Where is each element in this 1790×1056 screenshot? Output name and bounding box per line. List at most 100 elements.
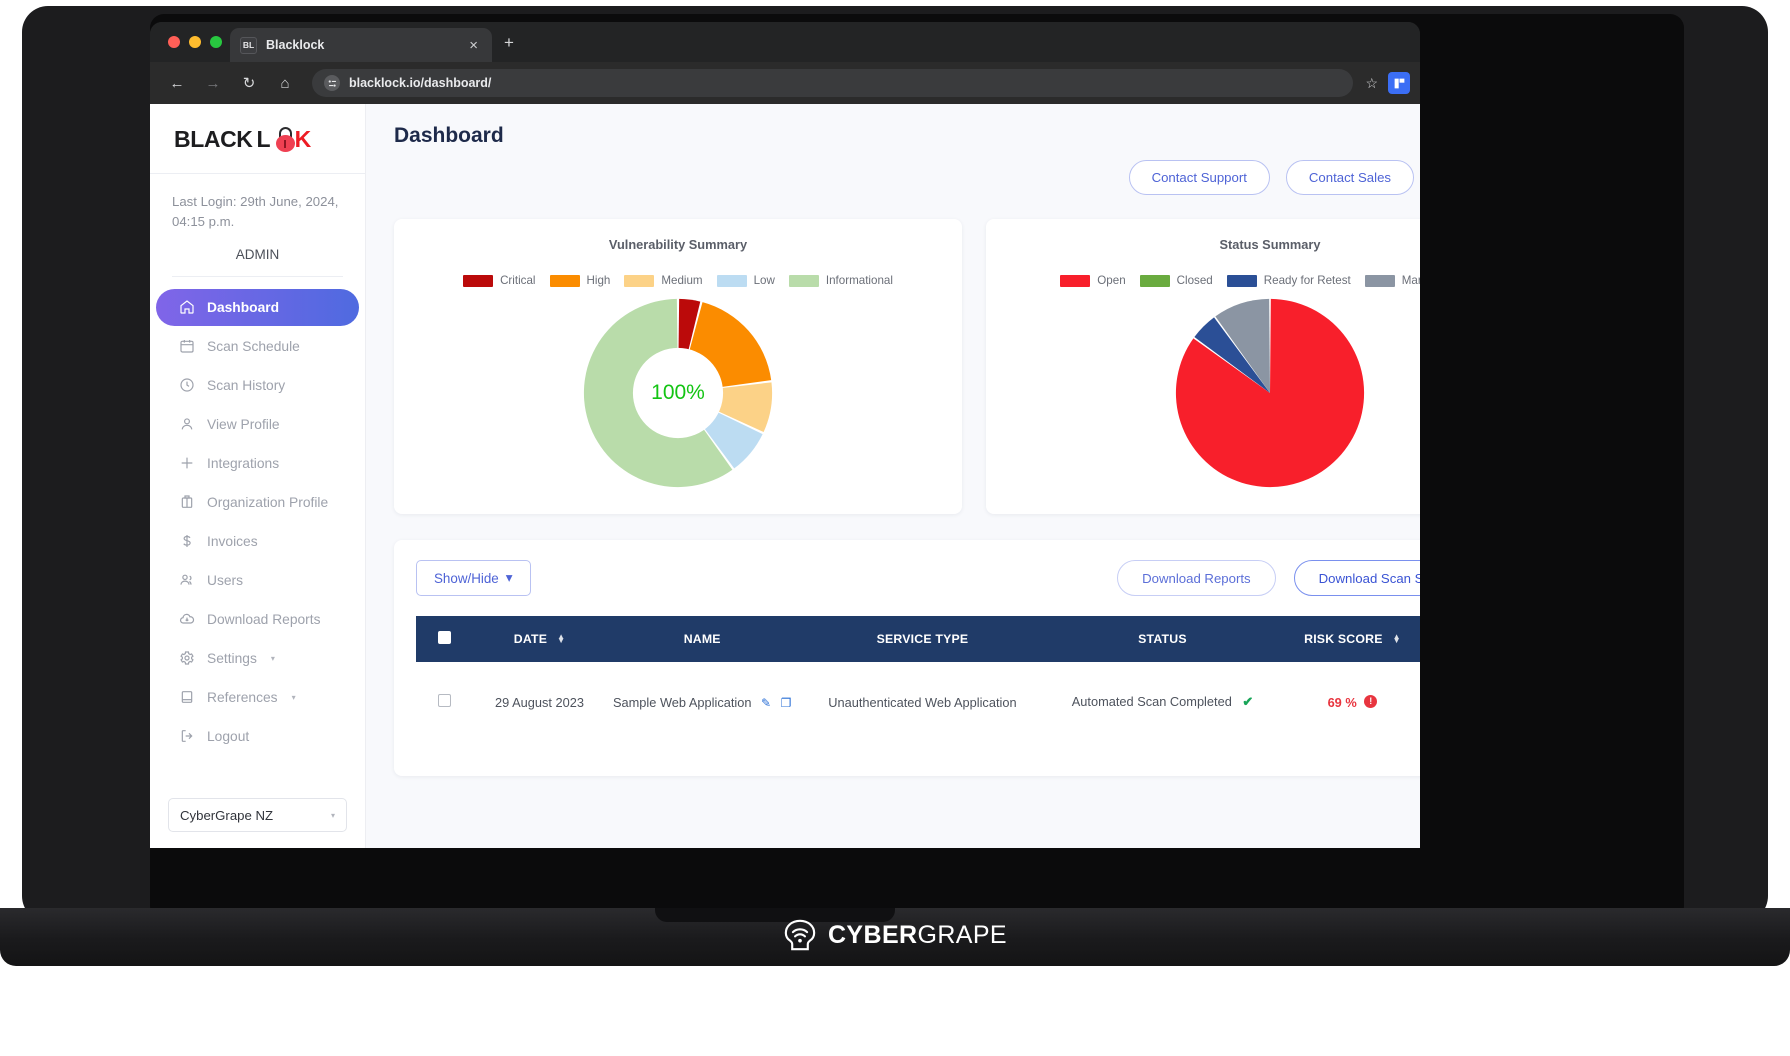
table-header-row: DATE ▲▼ NAME SERVICE TYPE (416, 616, 1420, 662)
gear-icon (178, 650, 195, 667)
status-summary-card: Status Summary Open Closed (986, 219, 1420, 514)
minimize-window-icon[interactable] (189, 36, 201, 48)
select-all-checkbox[interactable] (438, 631, 451, 644)
column-status[interactable]: STATUS (1047, 616, 1277, 662)
maximize-window-icon[interactable] (210, 36, 222, 48)
column-select-all[interactable] (416, 616, 472, 662)
sidebar-item-organization-profile[interactable]: Organization Profile (156, 484, 359, 521)
column-service-type[interactable]: SERVICE TYPE (797, 616, 1047, 662)
column-header-label: DATE (514, 632, 547, 646)
sidebar-item-settings[interactable]: Settings ▾ (156, 640, 359, 677)
table-body: 29 August 2023 Sample Web Application ✎ … (416, 662, 1420, 742)
scans-panel: Show/Hide ▾ Download Reports Download Sc… (394, 540, 1420, 776)
sidebar-item-references[interactable]: References ▾ (156, 679, 359, 716)
scans-table: DATE ▲▼ NAME SERVICE TYPE (416, 616, 1420, 742)
column-header-label: RISK SCORE (1304, 632, 1383, 646)
edit-icon[interactable]: ✎ (761, 696, 771, 710)
new-tab-icon[interactable]: + (504, 34, 514, 51)
contact-sales-button[interactable]: Contact Sales (1286, 160, 1414, 195)
cybergrape-brand: CYBERGRAPE (0, 918, 1790, 952)
last-login-text: Last Login: 29th June, 2024, 04:15 p.m. (150, 174, 365, 233)
legend-item: Closed (1140, 274, 1213, 287)
sidebar-item-label: Scan Schedule (207, 339, 300, 354)
browser-tab[interactable]: BL Blacklock × (230, 28, 492, 62)
sidebar-item-users[interactable]: Users (156, 562, 359, 599)
omnibar-actions: ☆ (1365, 72, 1410, 94)
legend-swatch (717, 275, 747, 287)
home-icon (178, 299, 195, 316)
table-row[interactable]: 29 August 2023 Sample Web Application ✎ … (416, 662, 1420, 742)
clock-icon (178, 377, 195, 394)
show-hide-button[interactable]: Show/Hide ▾ (416, 560, 531, 596)
column-name[interactable]: NAME (607, 616, 797, 662)
forward-icon[interactable]: → (198, 68, 228, 98)
page-title: Dashboard (394, 124, 1420, 148)
close-window-icon[interactable] (168, 36, 180, 48)
legend-swatch (1140, 275, 1170, 287)
sort-icon[interactable]: ▲▼ (557, 635, 565, 644)
show-hide-label: Show/Hide (434, 571, 499, 586)
close-tab-icon[interactable]: × (465, 38, 482, 53)
reload-icon[interactable]: ↻ (234, 68, 264, 98)
legend-swatch (789, 275, 819, 287)
status-text: Automated Scan Completed (1072, 694, 1232, 709)
column-header-label: STATUS (1138, 632, 1187, 646)
sidebar-item-dashboard[interactable]: Dashboard (156, 289, 359, 326)
status-pie-chart[interactable] (1172, 295, 1368, 491)
vulnerability-summary-card: Vulnerability Summary Critical High (394, 219, 962, 514)
logo-text-k: K (295, 126, 312, 153)
sidebar-item-scan-history[interactable]: Scan History (156, 367, 359, 404)
cybergrape-wordmark: CYBERGRAPE (828, 921, 1007, 950)
plus-icon (178, 455, 195, 472)
sidebar-item-label: Settings (207, 651, 257, 666)
row-checkbox[interactable] (438, 694, 451, 707)
legend-item: Low (717, 274, 775, 287)
brand-logo[interactable]: BLACK L K (150, 104, 365, 174)
address-bar[interactable]: blacklock.io/dashboard/ (312, 69, 1353, 97)
organization-select[interactable]: CyberGrape NZ ▾ (168, 798, 347, 832)
legend-label: Ready for Retest (1264, 274, 1351, 287)
sidebar-item-download-reports[interactable]: Download Reports (156, 601, 359, 638)
cell-select[interactable] (416, 662, 472, 742)
bookmark-star-icon[interactable]: ☆ (1365, 75, 1378, 92)
contact-support-button[interactable]: Contact Support (1129, 160, 1270, 195)
sidebar-item-label: Integrations (207, 456, 279, 471)
site-settings-icon[interactable] (324, 75, 340, 91)
padlock-icon (275, 127, 296, 152)
sidebar-item-scan-schedule[interactable]: Scan Schedule (156, 328, 359, 365)
sidebar-item-label: Download Reports (207, 612, 321, 627)
browser-omnibar: ← → ↻ ⌂ blacklock.io/dashboard/ ☆ (150, 62, 1420, 104)
brand-text-strong: CYBER (828, 921, 918, 949)
column-risk-score[interactable]: RISK SCORE ▲▼ (1277, 616, 1420, 662)
copy-icon[interactable]: ❐ (781, 696, 792, 710)
sidebar-item-integrations[interactable]: Integrations (156, 445, 359, 482)
calendar-icon (178, 338, 195, 355)
download-reports-button[interactable]: Download Reports (1117, 560, 1276, 596)
sort-icon[interactable]: ▲▼ (1393, 635, 1401, 644)
back-icon[interactable]: ← (162, 68, 192, 98)
chart-legend: Open Closed Ready for Retest (986, 274, 1420, 287)
sidebar-item-invoices[interactable]: Invoices (156, 523, 359, 560)
users-icon (178, 572, 195, 589)
table-head: DATE ▲▼ NAME SERVICE TYPE (416, 616, 1420, 662)
chart-legend: Critical High Medium (394, 274, 962, 287)
download-scan-summary-excel-button[interactable]: Download Scan Summary Excel (1294, 560, 1420, 596)
chevron-down-icon: ▾ (331, 811, 335, 820)
donut-center-label: 100% (651, 381, 705, 405)
brand-text-light: GRAPE (917, 921, 1007, 949)
column-date[interactable]: DATE ▲▼ (472, 616, 607, 662)
legend-swatch (550, 275, 580, 287)
screenshot-stage: BL Blacklock × + ← → ↻ ⌂ blacklock.io/da… (0, 0, 1790, 1056)
extension-icon[interactable] (1388, 72, 1410, 94)
chart-title: Vulnerability Summary (394, 237, 962, 252)
sidebar-item-label: Logout (207, 729, 249, 744)
user-icon (178, 416, 195, 433)
home-icon[interactable]: ⌂ (270, 68, 300, 98)
panel-toolbar: Show/Hide ▾ Download Reports Download Sc… (416, 560, 1420, 596)
sidebar-item-logout[interactable]: Logout (156, 718, 359, 755)
sidebar-item-view-profile[interactable]: View Profile (156, 406, 359, 443)
window-traffic-lights (168, 36, 222, 48)
cell-status: Automated Scan Completed ✔ (1047, 662, 1277, 742)
sidebar-item-label: References (207, 690, 278, 705)
legend-swatch (1060, 275, 1090, 287)
